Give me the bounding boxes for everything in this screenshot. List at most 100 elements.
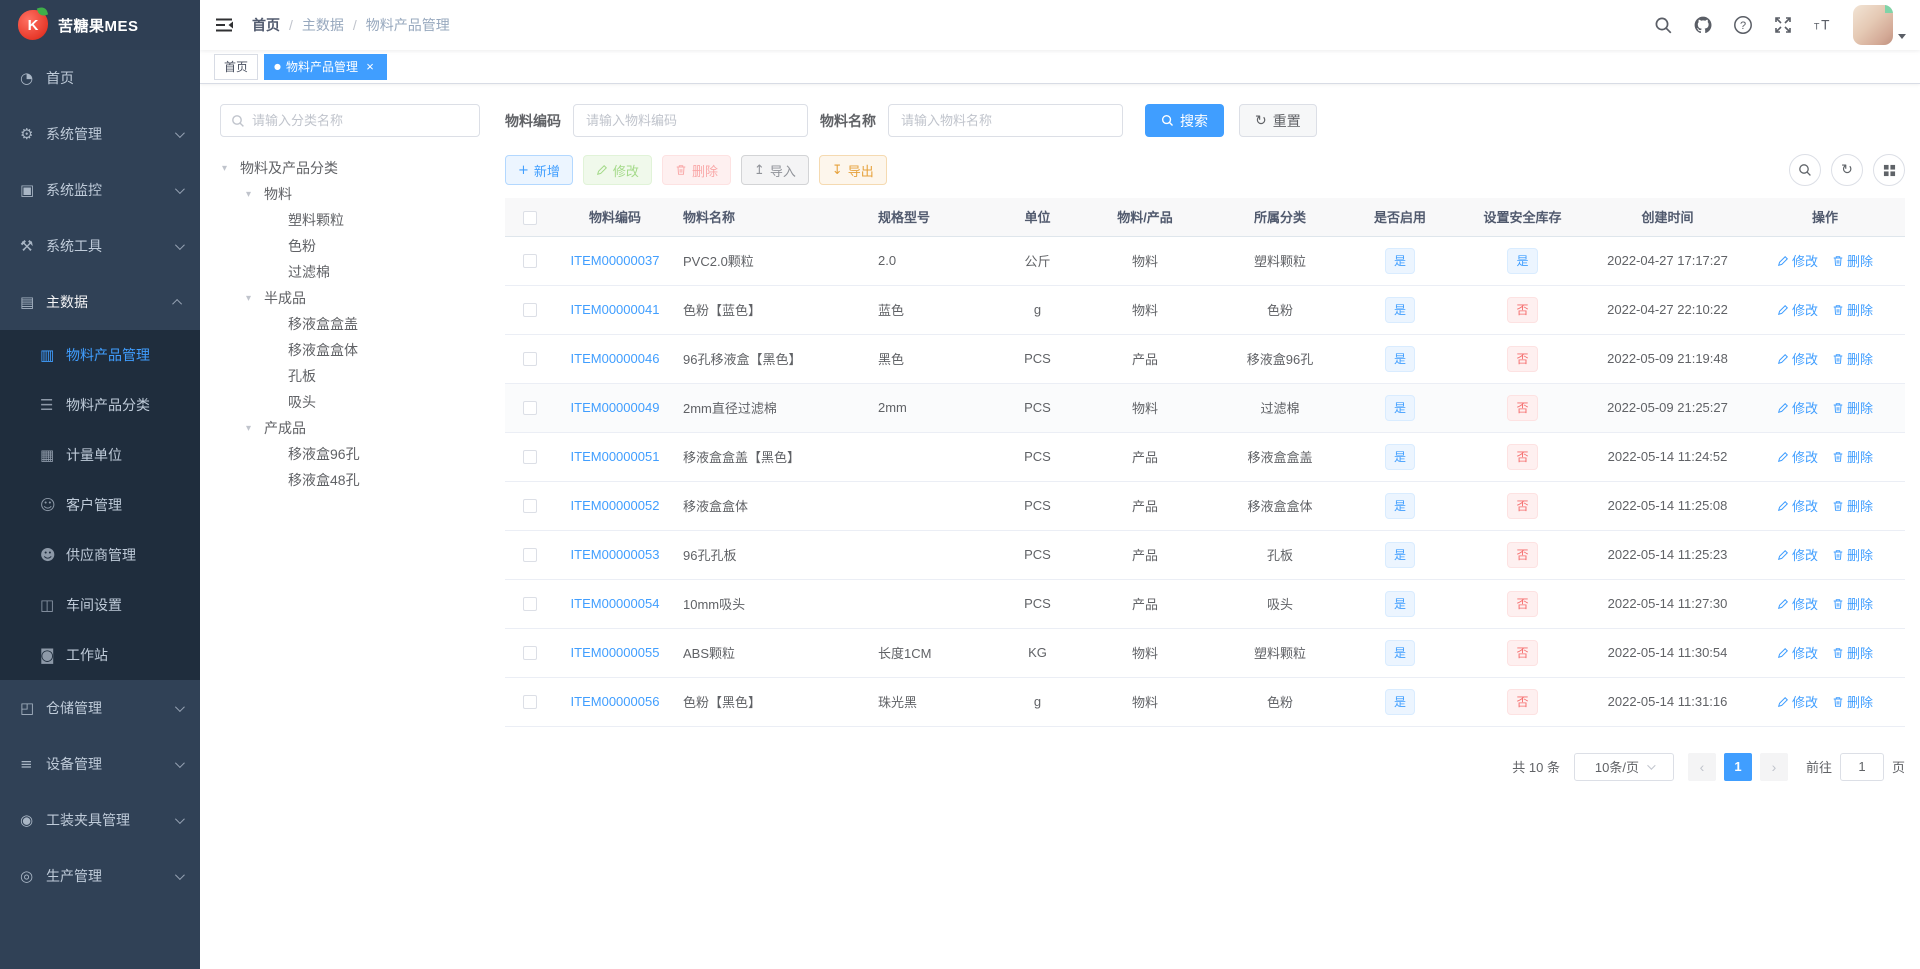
tab[interactable]: 首页	[214, 53, 259, 80]
search-toggle-icon[interactable]	[1789, 154, 1821, 186]
row-delete-link[interactable]: 删除	[1832, 398, 1873, 417]
edit-button[interactable]: 修改	[582, 155, 652, 185]
sidebar-menu-item[interactable]: ◉ 工装夹具管理	[0, 792, 200, 848]
github-icon[interactable]	[1693, 15, 1713, 35]
tree-node[interactable]: 移液盒盒盖	[220, 311, 480, 337]
reset-button[interactable]: ↻ 重置	[1239, 104, 1317, 137]
tree-node[interactable]: ▾ 物料	[220, 181, 480, 207]
tree-node[interactable]: ▾ 物料及产品分类	[220, 155, 480, 181]
current-page-button[interactable]: 1	[1723, 752, 1752, 781]
row-checkbox[interactable]	[523, 695, 537, 710]
row-checkbox[interactable]	[523, 597, 537, 612]
sidebar-menu-item[interactable]: ⚙ 系统管理	[0, 106, 200, 162]
add-button[interactable]: + 新增	[505, 155, 573, 185]
row-delete-link[interactable]: 删除	[1832, 692, 1873, 711]
row-delete-link[interactable]: 删除	[1832, 349, 1873, 368]
sidebar-menu-item[interactable]: ▣ 系统监控	[0, 162, 200, 218]
sidebar-submenu-item[interactable]: ☻ 供应商管理	[0, 530, 200, 580]
tree-node[interactable]: 移液盒96孔	[220, 441, 480, 467]
row-edit-link[interactable]: 修改	[1777, 300, 1818, 319]
sidebar-menu-item[interactable]: ⚒ 系统工具	[0, 218, 200, 274]
row-delete-link[interactable]: 删除	[1832, 496, 1873, 515]
breadcrumb-master-data[interactable]: 主数据	[302, 15, 344, 35]
import-button[interactable]: ↥ 导入	[740, 155, 809, 185]
material-code-link[interactable]: ITEM00000049	[571, 400, 660, 415]
tree-node[interactable]: 塑料颗粒	[220, 207, 480, 233]
row-checkbox[interactable]	[523, 646, 537, 661]
search-icon[interactable]	[1653, 15, 1673, 35]
page-size-select[interactable]: 10条/页	[1573, 752, 1674, 781]
material-code-link[interactable]: ITEM00000046	[571, 351, 660, 366]
row-edit-link[interactable]: 修改	[1777, 447, 1818, 466]
sidebar-submenu-item[interactable]: ◙ 工作站	[0, 630, 200, 680]
row-checkbox[interactable]	[523, 401, 537, 416]
row-checkbox[interactable]	[523, 548, 537, 563]
row-edit-link[interactable]: 修改	[1777, 349, 1818, 368]
tab[interactable]: ● 物料产品管理 ×	[264, 53, 388, 80]
fullscreen-icon[interactable]	[1773, 15, 1793, 35]
goto-page-input[interactable]	[1839, 752, 1884, 781]
material-code-link[interactable]: ITEM00000037	[571, 253, 660, 268]
sidebar-submenu-item[interactable]: ◫ 车间设置	[0, 580, 200, 630]
row-delete-link[interactable]: 删除	[1832, 643, 1873, 662]
columns-grid-icon[interactable]	[1873, 154, 1905, 186]
row-checkbox[interactable]	[523, 450, 537, 465]
user-menu[interactable]	[1853, 5, 1906, 45]
prev-page-button[interactable]: ‹	[1687, 752, 1716, 781]
row-checkbox[interactable]	[523, 499, 537, 514]
sidebar-menu-item[interactable]: ◎ 生产管理	[0, 848, 200, 904]
select-all-checkbox[interactable]	[523, 210, 537, 225]
row-delete-link[interactable]: 删除	[1832, 594, 1873, 613]
tree-node[interactable]: ▾ 产成品	[220, 415, 480, 441]
material-code-link[interactable]: ITEM00000051	[571, 449, 660, 464]
sidebar-menu-item[interactable]: ◔ 首页	[0, 50, 200, 106]
row-checkbox[interactable]	[523, 352, 537, 367]
refresh-icon[interactable]: ↻	[1831, 154, 1863, 186]
tree-node[interactable]: 色粉	[220, 233, 480, 259]
row-edit-link[interactable]: 修改	[1777, 398, 1818, 417]
tree-node[interactable]: 孔板	[220, 363, 480, 389]
row-edit-link[interactable]: 修改	[1777, 692, 1818, 711]
tree-node[interactable]: ▾ 半成品	[220, 285, 480, 311]
row-checkbox[interactable]	[523, 254, 537, 269]
tree-node[interactable]: 过滤棉	[220, 259, 480, 285]
sidebar-submenu-item[interactable]: ☺ 客户管理	[0, 480, 200, 530]
sidebar-submenu-item[interactable]: ▦ 计量单位	[0, 430, 200, 480]
export-button[interactable]: ↧ 导出	[818, 155, 887, 185]
fold-sidebar-icon[interactable]	[214, 14, 236, 36]
delete-button[interactable]: 删除	[661, 155, 731, 185]
material-code-link[interactable]: ITEM00000052	[571, 498, 660, 513]
tree-node[interactable]: 移液盒48孔	[220, 467, 480, 493]
font-size-icon[interactable]: TT	[1813, 15, 1833, 35]
breadcrumb-home[interactable]: 首页	[252, 15, 280, 35]
tree-search-input[interactable]	[252, 113, 469, 128]
row-edit-link[interactable]: 修改	[1777, 643, 1818, 662]
row-delete-link[interactable]: 删除	[1832, 300, 1873, 319]
row-delete-link[interactable]: 删除	[1832, 545, 1873, 564]
row-edit-link[interactable]: 修改	[1777, 594, 1818, 613]
material-name-input[interactable]	[888, 104, 1123, 137]
tree-node[interactable]: 移液盒盒体	[220, 337, 480, 363]
sidebar-submenu-item[interactable]: ▥ 物料产品管理	[0, 330, 200, 380]
tree-node[interactable]: 吸头	[220, 389, 480, 415]
material-code-link[interactable]: ITEM00000055	[571, 645, 660, 660]
search-button[interactable]: 搜索	[1145, 104, 1224, 137]
help-icon[interactable]: ?	[1733, 15, 1753, 35]
next-page-button[interactable]: ›	[1759, 752, 1788, 781]
row-edit-link[interactable]: 修改	[1777, 251, 1818, 270]
sidebar-menu-item[interactable]: ≡ 设备管理	[0, 736, 200, 792]
row-edit-link[interactable]: 修改	[1777, 545, 1818, 564]
avatar[interactable]	[1853, 5, 1893, 45]
row-edit-link[interactable]: 修改	[1777, 496, 1818, 515]
row-delete-link[interactable]: 删除	[1832, 251, 1873, 270]
material-code-link[interactable]: ITEM00000053	[571, 547, 660, 562]
row-delete-link[interactable]: 删除	[1832, 447, 1873, 466]
row-checkbox[interactable]	[523, 303, 537, 318]
sidebar-menu-item[interactable]: ▤ 主数据	[0, 274, 200, 330]
material-code-input[interactable]	[573, 104, 808, 137]
material-code-link[interactable]: ITEM00000041	[571, 302, 660, 317]
material-code-link[interactable]: ITEM00000054	[571, 596, 660, 611]
material-code-link[interactable]: ITEM00000056	[571, 694, 660, 709]
sidebar-submenu-item[interactable]: ☰ 物料产品分类	[0, 380, 200, 430]
sidebar-menu-item[interactable]: ◰ 仓储管理	[0, 680, 200, 736]
